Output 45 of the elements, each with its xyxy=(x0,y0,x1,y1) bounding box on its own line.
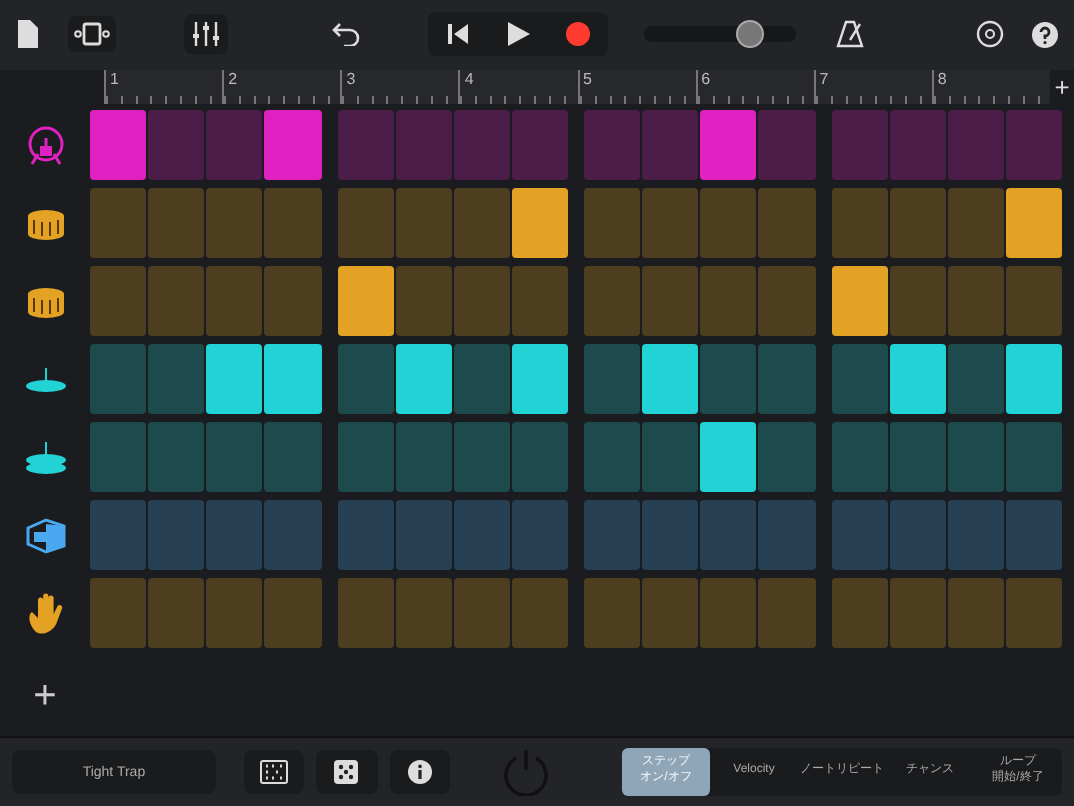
settings-icon[interactable] xyxy=(976,20,1004,49)
step-pad[interactable] xyxy=(511,188,568,259)
loops-button[interactable] xyxy=(68,16,116,53)
step-pad[interactable] xyxy=(511,344,568,415)
bar-number: 7 xyxy=(817,69,829,88)
bar-number: 4 xyxy=(462,69,474,88)
step-pad[interactable] xyxy=(206,344,263,415)
play-icon xyxy=(507,22,529,47)
dice-icon xyxy=(334,760,359,785)
kick-drum-icon[interactable] xyxy=(23,123,67,168)
bar-number: 8 xyxy=(935,69,947,88)
step-pad[interactable] xyxy=(642,344,699,415)
step-pad[interactable] xyxy=(395,344,452,415)
bar-number: 5 xyxy=(581,69,592,88)
mixer-button[interactable] xyxy=(184,14,228,55)
undo-icon[interactable] xyxy=(332,22,360,47)
info-icon xyxy=(407,760,432,785)
record-icon xyxy=(566,22,590,47)
grid-button[interactable] xyxy=(243,750,305,795)
step-pad[interactable] xyxy=(831,266,888,337)
grid-icon xyxy=(260,760,289,785)
step-pad[interactable] xyxy=(337,266,394,337)
device-icon xyxy=(74,22,110,47)
rewind-icon xyxy=(446,22,470,47)
info-button[interactable] xyxy=(389,750,451,795)
bar-number: 3 xyxy=(344,69,356,88)
step-pad[interactable] xyxy=(889,344,946,415)
bar-number: 6 xyxy=(699,69,711,88)
volume-slider[interactable] xyxy=(644,26,796,43)
step-pad[interactable] xyxy=(90,110,147,181)
bar-number: 1 xyxy=(108,69,119,88)
add-track-button[interactable]: + xyxy=(0,673,90,720)
step-pad[interactable] xyxy=(1005,344,1062,415)
metronome-icon[interactable] xyxy=(836,20,864,49)
add-bar-button[interactable]: + xyxy=(1050,69,1074,105)
speaker-icon[interactable] xyxy=(23,513,67,558)
document-icon[interactable] xyxy=(16,20,40,49)
step-pad[interactable] xyxy=(700,422,757,493)
help-icon[interactable] xyxy=(1032,21,1058,48)
sliders-icon xyxy=(190,20,222,49)
step-pad[interactable] xyxy=(700,110,757,181)
step-pad[interactable] xyxy=(1005,188,1062,259)
dice-button[interactable] xyxy=(316,750,378,795)
timeline-ruler[interactable]: 1 2 3 4 5 6 7 8 xyxy=(104,69,1050,105)
bar-number: 2 xyxy=(226,69,238,88)
